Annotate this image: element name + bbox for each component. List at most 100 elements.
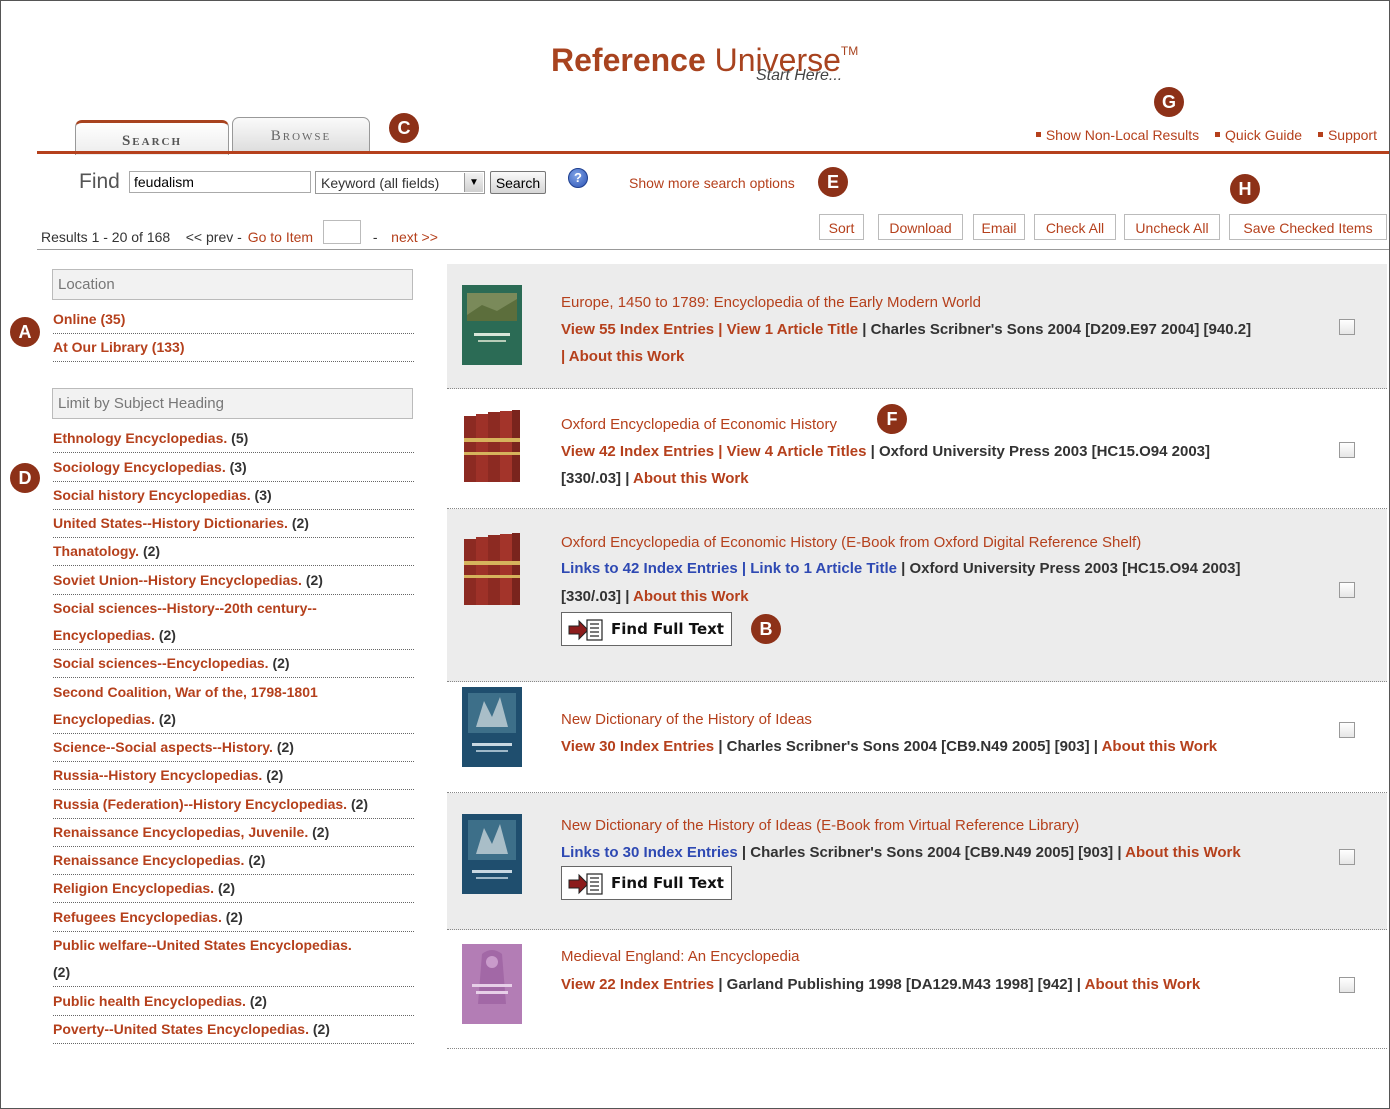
subject-item[interactable]: Social history Encyclopedias. (3) [53, 482, 414, 510]
result-details: View 42 Index Entries | View 4 Article T… [561, 443, 1210, 460]
callout-marker-e: E [818, 167, 848, 197]
result-details: Links to 30 Index Entries | Charles Scri… [561, 844, 1241, 861]
publication-info-line2: [330/.03] | [561, 588, 630, 605]
result-checkbox[interactable] [1339, 849, 1355, 865]
result-title-link[interactable]: New Dictionary of the History of Ideas [561, 711, 812, 728]
about-this-work-link[interactable]: About this Work [1102, 738, 1218, 755]
result-checkbox[interactable] [1339, 442, 1355, 458]
about-this-work-link[interactable]: About this Work [1125, 844, 1241, 861]
index-entries-link[interactable]: View 42 Index Entries | View 4 Article T… [561, 443, 866, 460]
results-range: Results 1 - 20 of 168 [41, 229, 171, 245]
about-this-work-link[interactable]: | About this Work [561, 348, 684, 365]
header-divider [37, 151, 1389, 154]
index-entries-link[interactable]: Links to 42 Index Entries | Link to 1 Ar… [561, 560, 897, 577]
find-label: Find [79, 170, 120, 193]
subject-item[interactable]: Renaissance Encyclopedias, Juvenile. (2) [53, 819, 414, 847]
find-full-text-button[interactable]: Find Full Text [561, 866, 732, 900]
index-entries-link[interactable]: View 22 Index Entries [561, 976, 714, 993]
index-entries-link[interactable]: Links to 30 Index Entries [561, 844, 738, 861]
bullet-icon [1215, 131, 1221, 137]
subject-item[interactable]: Second Coalition, War of the, 1798-1801 E… [53, 679, 414, 734]
about-this-work-link[interactable]: About this Work [1085, 976, 1201, 993]
about-this-work-link[interactable]: About this Work [633, 588, 749, 605]
subject-label-line2: Encyclopedias. [53, 711, 155, 727]
tab-search[interactable]: Search [75, 120, 229, 155]
reference-universe-page: Reference UniverseTM Start Here... Searc… [0, 0, 1390, 1109]
subject-item[interactable]: Ethnology Encyclopedias. (5) [53, 425, 414, 453]
location-item-at-our-library[interactable]: At Our Library (133) [53, 334, 414, 362]
publication-info: | Oxford University Press 2003 [HC15.O94… [870, 443, 1210, 460]
result-checkbox[interactable] [1339, 722, 1355, 738]
search-input[interactable] [129, 171, 311, 193]
quick-guide-link[interactable]: Quick Guide [1225, 127, 1302, 143]
bullet-icon [1317, 131, 1323, 137]
go-to-item-link[interactable]: Go to Item [248, 229, 313, 245]
subject-heading: Limit by Subject Heading [52, 388, 413, 419]
result-title-link[interactable]: Medieval England: An Encyclopedia [561, 948, 800, 965]
find-full-text-icon [568, 619, 603, 641]
search-button[interactable]: Search [490, 171, 546, 194]
tab-browse[interactable]: Browse [232, 117, 370, 151]
save-checked-items-button[interactable]: Save Checked Items [1229, 214, 1387, 240]
sort-button[interactable]: Sort [819, 214, 864, 240]
book-cover-image [462, 814, 522, 894]
subject-item[interactable]: Religion Encyclopedias. (2) [53, 875, 414, 903]
show-more-search-options-link[interactable]: Show more search options [629, 175, 795, 191]
chevron-down-icon[interactable]: ▼ [464, 173, 483, 192]
about-this-work-link[interactable]: About this Work [633, 470, 749, 487]
result-details: View 30 Index Entries | Charles Scribner… [561, 738, 1217, 755]
subject-item[interactable]: United States--History Dictionaries. (2) [53, 510, 414, 538]
subject-item[interactable]: Renaissance Encyclopedias. (2) [53, 847, 414, 875]
subject-item[interactable]: Soviet Union--History Encyclopedias. (2) [53, 567, 414, 595]
callout-marker-f: F [877, 404, 907, 434]
subject-item[interactable]: Russia (Federation)--History Encyclopedi… [53, 791, 414, 819]
location-label: At Our Library [53, 339, 148, 355]
subject-label: Social history Encyclopedias. [53, 487, 251, 503]
index-entries-link[interactable]: View 55 Index Entries | View 1 Article T… [561, 321, 858, 338]
subject-item[interactable]: Poverty--United States Encyclopedias. (2… [53, 1016, 414, 1044]
email-button[interactable]: Email [973, 214, 1025, 240]
result-checkbox[interactable] [1339, 319, 1355, 335]
download-button[interactable]: Download [878, 214, 963, 240]
subject-count: (2) [217, 880, 236, 896]
subject-label: Public welfare--United States Encycloped… [53, 937, 352, 953]
index-entries-link[interactable]: View 30 Index Entries [561, 738, 714, 755]
next-link[interactable]: next >> [391, 229, 438, 245]
callout-marker-d: D [10, 463, 40, 493]
subject-item[interactable]: Public health Encyclopedias. (2) [53, 988, 414, 1016]
subject-item[interactable]: Refugees Encyclopedias. (2) [53, 904, 414, 932]
result-title-link[interactable]: Europe, 1450 to 1789: Encyclopedia of th… [561, 294, 981, 311]
search-field-select-value: Keyword (all fields) [321, 175, 440, 191]
location-count: (133) [151, 339, 185, 355]
separator: - [372, 229, 378, 245]
result-title-link[interactable]: Oxford Encyclopedia of Economic History [561, 416, 837, 433]
find-full-text-button[interactable]: Find Full Text [561, 612, 732, 646]
subject-count: (2) [158, 711, 176, 727]
result-checkbox[interactable] [1339, 977, 1355, 993]
subject-item[interactable]: Social sciences--Encyclopedias. (2) [53, 650, 414, 678]
support-link[interactable]: Support [1328, 127, 1377, 143]
location-item-online[interactable]: Online (35) [53, 306, 414, 334]
help-icon[interactable]: ? [568, 168, 588, 188]
prev-link[interactable]: << prev [186, 229, 233, 245]
subject-item[interactable]: Thanatology. (2) [53, 538, 414, 566]
result-title-link[interactable]: New Dictionary of the History of Ideas (… [561, 817, 1079, 834]
subject-label: Refugees Encyclopedias. [53, 909, 222, 925]
subject-label: Renaissance Encyclopedias, Juvenile. [53, 824, 309, 840]
uncheck-all-button[interactable]: Uncheck All [1124, 214, 1220, 240]
check-all-button[interactable]: Check All [1034, 214, 1116, 240]
subject-item[interactable]: Russia--History Encyclopedias. (2) [53, 762, 414, 790]
callout-marker-h: H [1230, 174, 1260, 204]
book-cover-image [462, 687, 522, 767]
show-non-local-results-link[interactable]: Show Non-Local Results [1046, 127, 1199, 143]
subject-item[interactable]: Public welfare--United States Encycloped… [53, 932, 414, 987]
callout-marker-g: G [1154, 87, 1184, 117]
callout-marker-c: C [389, 113, 419, 143]
go-to-item-input[interactable] [322, 220, 361, 244]
result-title-link[interactable]: Oxford Encyclopedia of Economic History … [561, 534, 1141, 551]
subject-item[interactable]: Social sciences--History--20th century--… [53, 595, 414, 650]
subject-item[interactable]: Sociology Encyclopedias. (3) [53, 454, 414, 482]
result-checkbox[interactable] [1339, 582, 1355, 598]
subject-item[interactable]: Science--Social aspects--History. (2) [53, 734, 414, 762]
search-field-select[interactable]: Keyword (all fields) ▼ [315, 171, 485, 194]
